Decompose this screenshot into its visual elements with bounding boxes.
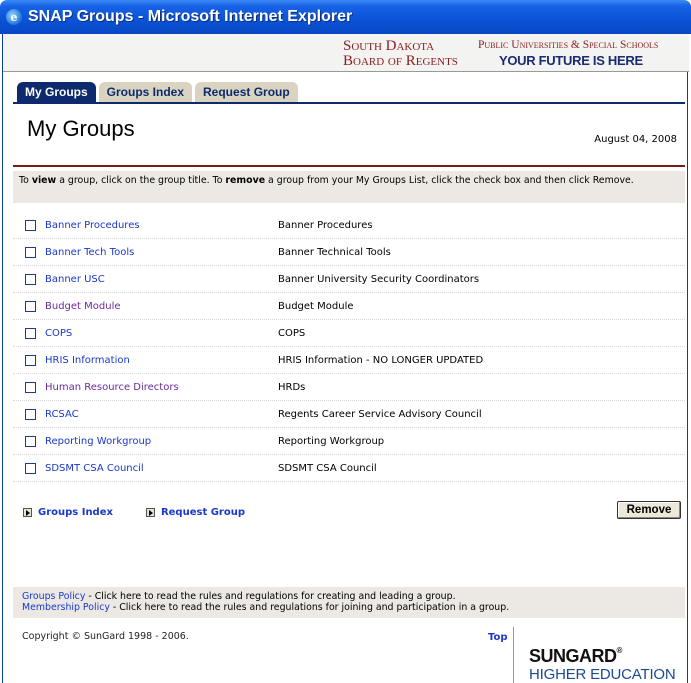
group-row: Human Resource Directors HRDs [13,374,685,401]
group-link[interactable]: COPS [45,328,278,339]
top-link[interactable]: Top [488,632,508,643]
instr-remove: remove [225,175,266,186]
ie-icon: e [6,9,22,25]
group-row: Banner Procedures Banner Procedures [13,212,685,239]
group-link[interactable]: RCSAC [45,409,278,420]
group-link[interactable]: Banner Tech Tools [45,247,278,258]
group-checkbox[interactable] [25,327,36,339]
group-list: Banner Procedures Banner Procedures Banne… [13,212,685,482]
group-link[interactable]: Budget Module [45,301,278,312]
sdbor-line1: South Dakota [343,38,435,54]
membership-policy-text: - Click here to read the rules and regul… [109,602,510,613]
group-description: HRDs [278,381,306,393]
browser-content: South Dakota Board of Regents Public Uni… [2,34,689,683]
window-title: SNAP Groups - Microsoft Internet Explore… [28,8,353,25]
group-row: Reporting Workgroup Reporting Workgroup [13,428,685,455]
group-link[interactable]: Banner USC [45,274,278,285]
group-checkbox[interactable] [25,462,36,474]
sungard-logo-line2: HIGHER EDUCATION [529,666,676,683]
instr-p1: To [19,175,32,186]
group-checkbox[interactable] [25,300,36,312]
group-description: Budget Module [278,300,354,312]
group-checkbox[interactable] [25,219,36,231]
group-checkbox[interactable] [25,435,36,447]
group-description: HRIS Information - NO LONGER UPDATED [278,354,484,366]
tab-underline [13,102,685,104]
group-link[interactable]: Human Resource Directors [45,382,278,393]
tab-my-groups[interactable]: My Groups [17,82,96,102]
group-description: COPS [278,327,306,339]
puss-text: Public Universities & Special Schools [478,39,659,51]
remove-button[interactable]: Remove [617,501,681,519]
group-description: Banner Procedures [278,219,373,231]
sungard-logo-reg: ® [616,646,623,655]
group-row: Budget Module Budget Module [13,293,685,320]
group-checkbox[interactable] [25,354,36,366]
footer-separator [513,627,514,683]
group-checkbox[interactable] [25,273,36,285]
divider [13,165,685,167]
tab-request-group[interactable]: Request Group [195,82,298,102]
group-checkbox[interactable] [25,246,36,258]
group-description: Banner University Security Coordinators [278,273,480,285]
group-row: RCSAC Regents Career Service Advisory Cou… [13,401,685,428]
groups-index-link[interactable]: Groups Index [23,507,113,518]
group-row: Banner USC Banner University Security Coo… [13,266,685,293]
arrow-right-icon [23,508,32,517]
instructions: To view a group, click on the group titl… [13,171,685,203]
arrow-right-icon [145,508,155,517]
group-row: HRIS Information HRIS Information - NO LO… [13,347,685,374]
group-row: Banner Tech Tools Banner Technical Tools [13,239,685,266]
group-description: SDSMT CSA Council [278,462,377,474]
page-date: August 04, 2008 [594,134,677,145]
group-checkbox[interactable] [25,408,36,420]
instr-p2: a group, click on the group title. To [56,175,226,186]
group-description: Regents Career Service Advisory Council [278,408,482,420]
page-title: My Groups [27,116,135,141]
sungard-logo: SUNGARD® [529,646,622,667]
group-link[interactable]: Banner Procedures [45,220,278,231]
group-row: COPS COPS [13,320,685,347]
group-link[interactable]: HRIS Information [45,355,278,366]
request-group-label: Request Group [160,507,245,518]
sdbor-logo: South Dakota Board of Regents [343,39,458,69]
instr-p3: a group from your My Groups List, click … [265,175,634,186]
request-group-link[interactable]: Request Group [145,507,245,518]
copyright: Copyright © SunGard 1998 - 2006. [22,631,189,642]
tagline: YOUR FUTURE IS HERE [499,53,643,68]
group-link[interactable]: Reporting Workgroup [45,436,278,447]
group-row: SDSMT CSA Council SDSMT CSA Council [13,455,685,482]
policies: Groups Policy - Click here to read the r… [13,587,685,618]
group-link[interactable]: SDSMT CSA Council [45,463,278,474]
groups-index-label: Groups Index [38,507,113,518]
tab-bar: My Groups Groups Index Request Group [17,82,301,102]
group-description: Reporting Workgroup [278,435,385,447]
sdbor-line2: Board of Regents [343,53,458,69]
bottom-links: Groups Index Request Group [23,507,278,518]
group-description: Banner Technical Tools [278,246,391,258]
header-banner: South Dakota Board of Regents Public Uni… [3,34,689,72]
sungard-logo-line1: SUNGARD [529,646,617,666]
tab-groups-index[interactable]: Groups Index [98,82,193,102]
instr-view: view [31,175,57,186]
window-title-bar[interactable]: e SNAP Groups - Microsoft Internet Explo… [0,0,691,34]
groups-policy-link[interactable]: Groups Policy [22,591,85,602]
groups-policy-text: - Click here to read the rules and regul… [85,591,456,602]
group-checkbox[interactable] [25,381,36,393]
membership-policy-link[interactable]: Membership Policy [22,602,110,613]
